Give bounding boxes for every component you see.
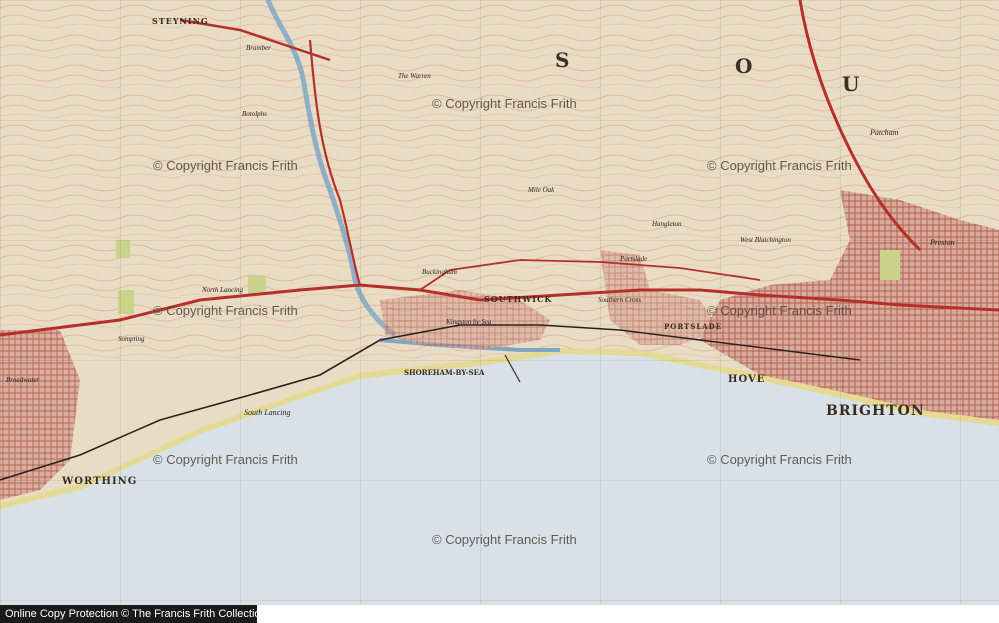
town-south-lancing[interactable]: South Lancing bbox=[244, 408, 290, 417]
town-bramber[interactable]: Bramber bbox=[246, 44, 271, 52]
town-kingston-by-sea[interactable]: Kingston by Sea bbox=[446, 318, 492, 326]
town-north-lancing[interactable]: North Lancing bbox=[202, 286, 243, 294]
watermark: © Copyright Francis Frith bbox=[432, 96, 577, 111]
town-the-warren[interactable]: The Warren bbox=[398, 72, 431, 80]
watermark: © Copyright Francis Frith bbox=[153, 158, 298, 173]
watermark: © Copyright Francis Frith bbox=[153, 303, 298, 318]
town-worthing[interactable]: WORTHING bbox=[62, 476, 137, 487]
town-portslade[interactable]: Portslade bbox=[620, 255, 647, 263]
map-canvas[interactable]: S O U BRIGHTON HOVE WORTHING SOUTHWICK S… bbox=[0, 0, 999, 623]
town-southern-cross[interactable]: Southern Cross bbox=[598, 296, 641, 304]
town-mile-oak[interactable]: Mile Oak bbox=[528, 186, 554, 194]
copy-protection-footer: Online Copy Protection © The Francis Fri… bbox=[0, 605, 267, 623]
town-broadwater[interactable]: Broadwater bbox=[6, 376, 39, 384]
district-letter-o: O bbox=[735, 54, 755, 78]
town-buckingham[interactable]: Buckingham bbox=[422, 268, 457, 276]
town-sompting[interactable]: Sompting bbox=[118, 335, 144, 343]
watermark: © Copyright Francis Frith bbox=[707, 303, 852, 318]
footer-strip bbox=[257, 605, 999, 623]
town-preston[interactable]: Preston bbox=[930, 238, 955, 247]
town-brighton[interactable]: BRIGHTON bbox=[826, 403, 925, 419]
watermark: © Copyright Francis Frith bbox=[153, 452, 298, 467]
town-west-blatchington[interactable]: West Blatchington bbox=[740, 236, 791, 244]
watermark: © Copyright Francis Frith bbox=[707, 158, 852, 173]
district-letter-u: U bbox=[842, 72, 862, 96]
town-patcham[interactable]: Patcham bbox=[870, 128, 898, 137]
town-botolphs[interactable]: Botolphs bbox=[242, 110, 267, 118]
town-hangleton[interactable]: Hangleton bbox=[652, 220, 682, 228]
district-letter-s: S bbox=[555, 48, 572, 72]
town-portslade-by-sea[interactable]: PORTSLADE bbox=[664, 322, 722, 331]
town-hove[interactable]: HOVE bbox=[728, 374, 765, 385]
watermark: © Copyright Francis Frith bbox=[432, 532, 577, 547]
town-shoreham[interactable]: SHOREHAM-BY-SEA bbox=[404, 368, 484, 377]
town-steyning[interactable]: STEYNING bbox=[152, 16, 209, 26]
watermark: © Copyright Francis Frith bbox=[707, 452, 852, 467]
town-southwick[interactable]: SOUTHWICK bbox=[484, 294, 552, 304]
